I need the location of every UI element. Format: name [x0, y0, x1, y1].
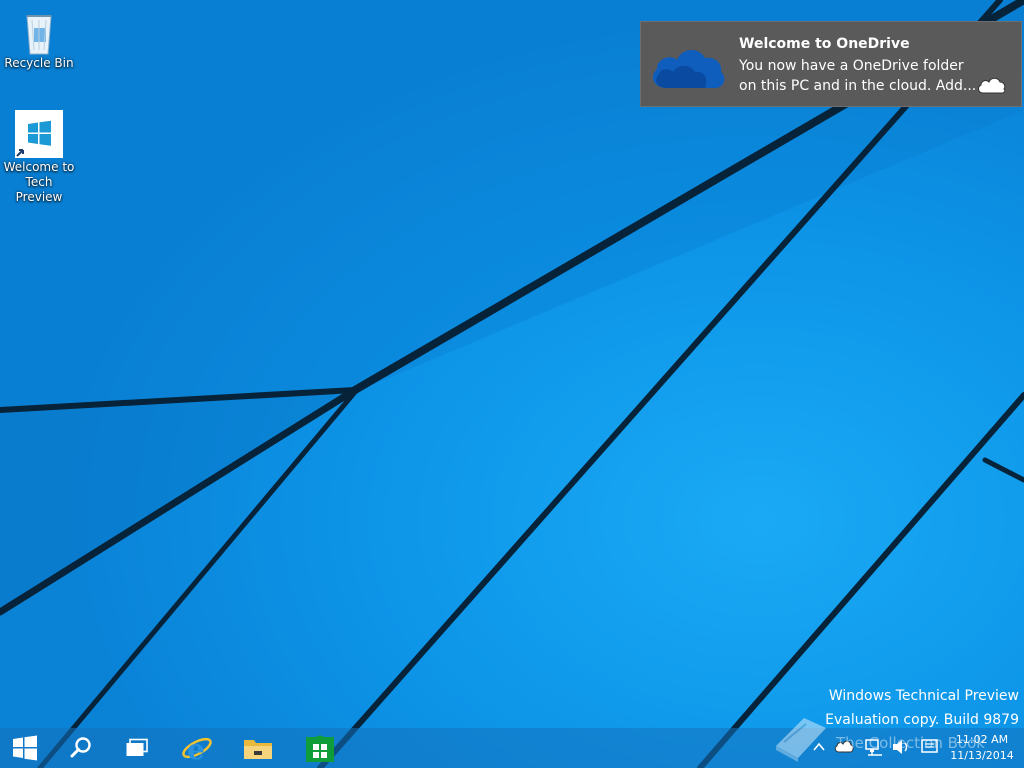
task-view-button[interactable] — [108, 728, 166, 768]
onedrive-cloud-icon — [647, 38, 727, 98]
start-icon — [13, 735, 37, 761]
welcome-label: Welcome to Tech Preview — [3, 160, 75, 204]
onedrive-small-icon — [976, 74, 1006, 100]
start-button[interactable] — [0, 728, 50, 768]
wallpaper — [0, 0, 1024, 768]
onedrive-notification[interactable]: Welcome to OneDrive You now have a OneDr… — [640, 21, 1022, 107]
welcome-tech-preview-icon[interactable]: Welcome to Tech Preview — [1, 110, 77, 205]
windows-logo-tile-icon — [15, 110, 63, 158]
toast-body: You now have a OneDrive folder on this P… — [739, 58, 977, 94]
store-icon — [306, 735, 334, 762]
internet-explorer-icon: e — [182, 733, 212, 764]
evaluation-watermark: Windows Technical Preview Evaluation cop… — [825, 684, 1019, 732]
file-explorer-button[interactable] — [229, 728, 287, 768]
svg-text:e: e — [187, 733, 205, 764]
toast-title: Welcome to OneDrive — [739, 36, 910, 52]
store-button[interactable] — [291, 728, 349, 768]
watermark-line-1: Windows Technical Preview — [828, 688, 1019, 704]
file-explorer-icon — [244, 740, 272, 759]
search-button[interactable] — [52, 728, 110, 768]
recycle-bin-label: Recycle Bin — [4, 56, 74, 70]
collection-book-watermark: The Collection Book — [836, 734, 985, 752]
trash-icon — [15, 6, 63, 55]
internet-explorer-button[interactable]: e — [168, 728, 226, 768]
book-watermark-icon — [776, 718, 826, 762]
recycle-bin-icon[interactable]: Recycle Bin — [1, 6, 77, 71]
desktop[interactable]: Recycle Bin Welcome to Tech Preview Welc… — [0, 0, 1024, 768]
task-view-icon — [126, 738, 148, 756]
search-icon — [70, 737, 91, 758]
